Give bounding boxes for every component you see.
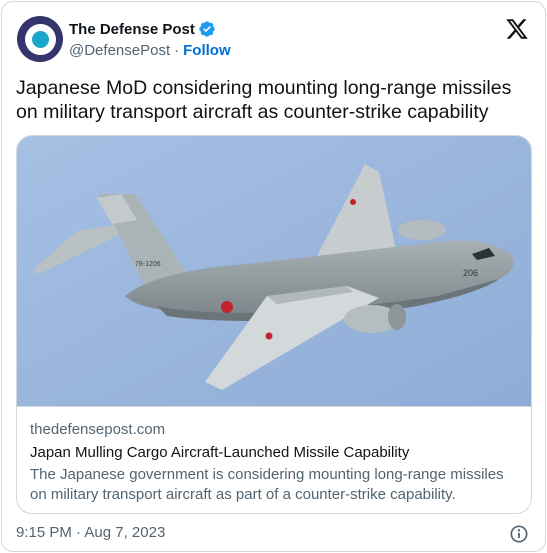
author-info: The Defense Post @DefensePost · Follow [69, 19, 231, 60]
tweet-header: The Defense Post @DefensePost · Follow [17, 15, 533, 65]
timestamp-link[interactable]: 9:15 PM · Aug 7, 2023 [16, 524, 165, 541]
avatar-ring [24, 23, 56, 55]
card-domain: thedefensepost.com [30, 421, 166, 438]
avatar[interactable] [17, 16, 63, 62]
tweet-footer: 9:15 PM · Aug 7, 2023 [16, 524, 531, 544]
card-description: The Japanese government is considering m… [30, 466, 504, 503]
card-image[interactable]: 78-1206 206 [17, 136, 532, 406]
avatar-dot [31, 30, 49, 48]
verified-badge-icon [199, 21, 215, 37]
timestamp-separator: · [76, 524, 82, 541]
follow-button[interactable]: Follow [183, 42, 231, 59]
card-meta: thedefensepost.com Japan Mulling Cargo A… [17, 406, 531, 513]
x-logo-icon[interactable] [505, 17, 529, 41]
tail-marking: 78-1206 [135, 261, 161, 268]
author-handle[interactable]: @DefensePost [69, 42, 170, 59]
nose-number: 206 [463, 268, 478, 278]
timestamp-time: 9:15 PM [16, 524, 72, 541]
timestamp-date: Aug 7, 2023 [84, 524, 166, 541]
tweet-text: Japanese MoD considering mounting long-r… [16, 77, 512, 123]
name-row: The Defense Post [69, 19, 231, 39]
tweet-embed: The Defense Post @DefensePost · Follow J… [1, 1, 546, 552]
card-title[interactable]: Japan Mulling Cargo Aircraft-Launched Mi… [30, 444, 409, 461]
link-card[interactable]: 78-1206 206 thedefensepost.com Japan Mul… [16, 135, 532, 514]
handle-separator: · [174, 42, 180, 59]
handle-row: @DefensePost · Follow [69, 42, 231, 59]
author-display-name[interactable]: The Defense Post [69, 21, 195, 38]
info-icon[interactable] [509, 524, 529, 544]
